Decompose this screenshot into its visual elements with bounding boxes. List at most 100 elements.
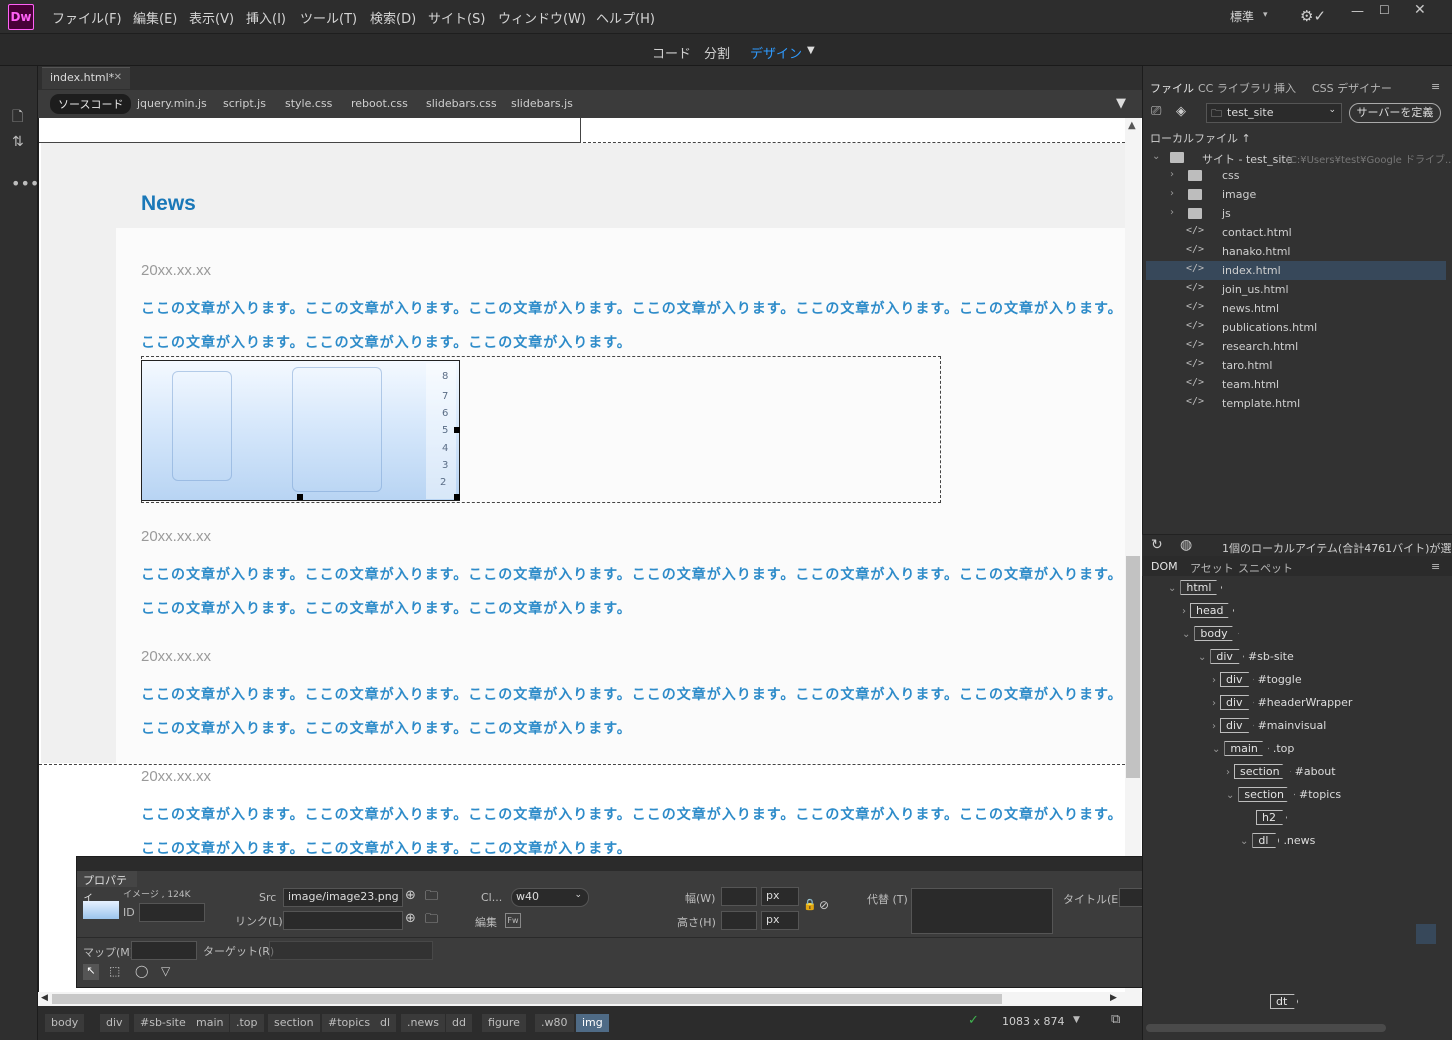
tag-crumb-selected[interactable]: img	[576, 1014, 609, 1032]
fireworks-edit-button[interactable]: Fw	[505, 913, 521, 928]
tag-crumb[interactable]: #sb-site	[134, 1014, 192, 1032]
width-unit-select[interactable]: px	[761, 887, 799, 906]
menu-site[interactable]: サイト(S)	[428, 8, 485, 27]
menu-help[interactable]: ヘルプ(H)	[596, 8, 655, 27]
close-icon[interactable]: ✕	[114, 72, 122, 83]
related-jquery[interactable]: jquery.min.js	[137, 97, 207, 110]
menu-file[interactable]: ファイル(F)	[52, 8, 122, 27]
globe-icon[interactable]: ◍	[1180, 537, 1192, 553]
tab-files[interactable]: ファイル	[1150, 80, 1194, 96]
more-icon[interactable]: •••	[11, 174, 39, 193]
tab-css-designer[interactable]: CSS デザイナー	[1312, 80, 1392, 96]
tab-snippets[interactable]: スニペット	[1238, 560, 1293, 576]
browse-folder-icon[interactable]: 🗀	[425, 887, 438, 909]
scroll-right-icon[interactable]: ▶	[1110, 993, 1117, 1003]
dom-node[interactable]: ⌄ body	[1182, 626, 1239, 648]
file-row-selected[interactable]: </> index.html	[1146, 261, 1446, 280]
dom-node[interactable]: ⌄ section #topics	[1226, 787, 1341, 809]
scroll-left-icon[interactable]: ◀	[41, 993, 48, 1003]
minimize-icon[interactable]: —	[1351, 4, 1364, 19]
tag-crumb[interactable]: div	[100, 1014, 129, 1032]
height-field[interactable]	[721, 911, 757, 930]
related-script[interactable]: script.js	[223, 97, 266, 110]
connect-icon[interactable]: ⎚	[1151, 104, 1161, 119]
src-field[interactable]: image/image23.png	[283, 888, 403, 907]
related-source-code[interactable]: ソースコード	[50, 94, 132, 114]
pointer-hotspot-tool[interactable]: ↖	[83, 964, 99, 980]
window-size[interactable]: 1083 x 874	[1002, 1015, 1065, 1028]
point-to-file-icon[interactable]: ⊕	[405, 888, 416, 903]
panel-menu-icon[interactable]: ≡	[1431, 560, 1440, 573]
tab-insert[interactable]: 挿入	[1274, 80, 1296, 96]
tag-crumb[interactable]: dl	[374, 1014, 397, 1032]
file-row[interactable]: </> taro.html	[1146, 356, 1446, 375]
map-field[interactable]	[131, 941, 197, 960]
tag-crumb[interactable]: dd	[446, 1014, 472, 1032]
site-root-row[interactable]: ⌄ サイト - test_site (C:¥Users¥test¥Google …	[1146, 148, 1452, 167]
tab-dom[interactable]: DOM	[1151, 560, 1178, 573]
dom-node[interactable]: › div #toggle	[1212, 672, 1302, 694]
dom-node[interactable]: ⌄ main .top	[1212, 741, 1294, 763]
circle-hotspot-tool[interactable]: ◯	[135, 964, 148, 978]
file-row[interactable]: </> hanako.html	[1146, 242, 1446, 261]
chevron-down-icon[interactable]: ▼	[1073, 1015, 1080, 1025]
dom-node[interactable]: h2	[1256, 810, 1287, 832]
close-icon[interactable]: ✕	[1414, 2, 1426, 18]
polygon-hotspot-tool[interactable]: ▽	[161, 964, 170, 978]
define-server-button[interactable]: サーバーを定義	[1349, 103, 1441, 123]
filter-icon[interactable]: ▼	[1116, 96, 1126, 111]
split-view-button[interactable]: 分割	[704, 43, 730, 62]
panel-menu-icon[interactable]: ≡	[1431, 80, 1440, 93]
menu-find[interactable]: 検索(D)	[370, 8, 416, 27]
tag-crumb[interactable]: .w80	[535, 1014, 574, 1032]
file-row[interactable]: </> team.html	[1146, 375, 1446, 394]
link-field[interactable]	[283, 911, 403, 930]
scroll-up-icon[interactable]: ▲	[1128, 120, 1136, 131]
git-icon[interactable]: ◈	[1176, 104, 1186, 119]
menu-view[interactable]: 表示(V)	[189, 8, 234, 27]
width-field[interactable]	[721, 887, 757, 906]
tag-crumb[interactable]: .top	[230, 1014, 264, 1032]
site-select[interactable]: 🗀 test_site ⌄	[1206, 103, 1342, 123]
dom-node[interactable]: › div #headerWrapper	[1212, 695, 1352, 717]
preview-icon[interactable]: ⧉	[1111, 1012, 1120, 1027]
file-row[interactable]: </> research.html	[1146, 337, 1446, 356]
file-row[interactable]: </> template.html	[1146, 394, 1446, 413]
dom-node[interactable]: › section #about	[1226, 764, 1336, 786]
maximize-icon[interactable]: ☐	[1379, 3, 1390, 17]
dom-node[interactable]: › div #mainvisual	[1212, 718, 1326, 740]
dom-node[interactable]: ⌄ div #sb-site	[1198, 649, 1294, 671]
id-field[interactable]	[139, 903, 205, 922]
related-reboot[interactable]: reboot.css	[351, 97, 408, 110]
rectangle-hotspot-tool[interactable]: ⬚	[109, 964, 120, 978]
file-row[interactable]: </> join_us.html	[1146, 280, 1446, 299]
horizontal-scroll-thumb[interactable]	[52, 994, 1002, 1004]
code-view-button[interactable]: コード	[652, 43, 691, 62]
folder-row-image[interactable]: › image	[1146, 185, 1446, 204]
alt-field[interactable]	[911, 888, 1053, 934]
menu-window[interactable]: ウィンドウ(W)	[498, 8, 586, 27]
horizontal-scrollbar[interactable]: ◀ ▶	[38, 992, 1142, 1006]
related-style[interactable]: style.css	[285, 97, 332, 110]
menu-tools[interactable]: ツール(T)	[300, 8, 357, 27]
new-file-icon[interactable]: 🗋	[12, 106, 23, 130]
file-row[interactable]: </> contact.html	[1146, 223, 1446, 242]
point-to-file-icon[interactable]: ⊕	[405, 911, 416, 926]
resize-handle[interactable]	[454, 494, 460, 500]
tab-assets[interactable]: アセット	[1190, 560, 1234, 576]
menu-insert[interactable]: 挿入(I)	[246, 8, 286, 27]
reset-size-icon[interactable]: ⊘	[819, 898, 829, 912]
dom-horizontal-scrollbar[interactable]	[1146, 1024, 1386, 1032]
selected-image[interactable]: 8 7 6 5 4 3 2	[141, 360, 460, 501]
folder-row-css[interactable]: › css	[1146, 166, 1446, 185]
browse-folder-icon[interactable]: 🗀	[425, 910, 438, 932]
tag-crumb[interactable]: figure	[482, 1014, 526, 1032]
tag-crumb[interactable]: body	[45, 1014, 85, 1032]
get-put-icon[interactable]: ⇅	[12, 134, 24, 150]
folder-row-js[interactable]: › js	[1146, 204, 1446, 223]
related-slidebars-css[interactable]: slidebars.css	[426, 97, 497, 110]
chevron-down-icon[interactable]: ▼	[807, 45, 815, 56]
tab-cc-libraries[interactable]: CC ライブラリ	[1198, 80, 1272, 96]
design-view-button[interactable]: デザイン	[750, 43, 802, 62]
dom-node[interactable]: ⌄ html	[1168, 580, 1223, 602]
